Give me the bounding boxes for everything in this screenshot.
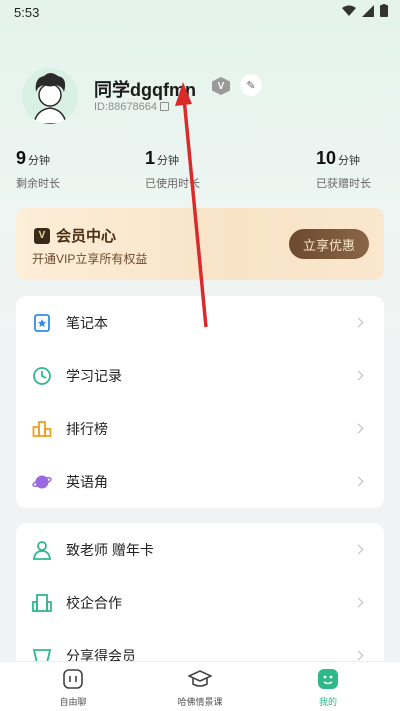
stat-gifted: 10 分钟 已获赠时长: [316, 148, 371, 191]
menu-label-english-corner: 英语角: [66, 473, 108, 490]
chevron-right-icon: [353, 597, 364, 608]
stat-gifted-label: 已获赠时长: [316, 178, 371, 190]
vip-center-card[interactable]: V 会员中心 开通VIP立享所有权益 立享优惠: [16, 208, 384, 280]
pencil-icon: ✎: [246, 79, 256, 92]
tab-label-mine: 我的: [318, 697, 337, 707]
chat-icon: [28, 668, 118, 690]
vip-logo-icon: V: [34, 227, 50, 244]
stat-gifted-unit: 分钟: [338, 155, 361, 167]
wifi-icon: [342, 5, 356, 20]
tab-mine[interactable]: 我的: [283, 668, 373, 708]
bottom-tab-bar: 自由聊 哈佛情景课 我的: [0, 661, 400, 711]
podium-icon: [32, 419, 52, 439]
stat-remaining-unit: 分钟: [28, 155, 51, 167]
tab-free-chat[interactable]: 自由聊: [28, 668, 118, 708]
menu-label-teacher-gift: 致老师 赠年卡: [66, 541, 154, 558]
menu-item-teacher-gift[interactable]: 致老师 赠年卡: [16, 523, 384, 576]
notebook-icon: [32, 313, 52, 333]
vip-title: 会员中心: [56, 228, 117, 245]
stat-remaining-value: 9: [16, 148, 27, 168]
profile-header: 同学dgqfmn V ✎ ID:88678664: [22, 68, 382, 132]
menu-label-study-record: 学习记录: [66, 367, 122, 384]
chevron-right-icon: [353, 544, 364, 555]
stat-used-value: 1: [145, 148, 156, 168]
menu-label-notebook: 笔记本: [66, 314, 108, 331]
stat-gifted-value: 10: [316, 148, 337, 168]
building-icon: [32, 593, 52, 613]
battery-icon: [380, 4, 388, 20]
stat-remaining-label: 剩余时长: [16, 178, 60, 190]
menu-label-school-enterprise: 校企合作: [66, 594, 122, 611]
stat-remaining: 9 分钟 剩余时长: [16, 148, 60, 191]
vip-offer-button[interactable]: 立享优惠: [289, 229, 369, 259]
menu-item-english-corner[interactable]: 英语角: [16, 455, 384, 508]
user-id-text: ID:88678664: [94, 101, 157, 113]
avatar[interactable]: [22, 68, 78, 124]
menu-item-study-record[interactable]: 学习记录: [16, 349, 384, 402]
chevron-right-icon: [353, 650, 364, 661]
chevron-right-icon: [353, 423, 364, 434]
tab-label-free-chat: 自由聊: [59, 697, 87, 707]
stat-used-label: 已使用时长: [145, 178, 200, 190]
vip-subtitle: 开通VIP立享所有权益: [32, 252, 148, 266]
menu-card-study: 笔记本 学习记录 排行榜 英语角: [16, 296, 384, 508]
chevron-right-icon: [353, 317, 364, 328]
status-bar: 5:53: [0, 0, 400, 24]
clock-icon: [32, 366, 52, 386]
menu-item-notebook[interactable]: 笔记本: [16, 296, 384, 349]
vip-badge-icon[interactable]: V: [212, 77, 230, 95]
username[interactable]: 同学dgqfmn: [94, 76, 196, 102]
tab-harvard-course[interactable]: 哈佛情景课: [155, 668, 245, 708]
stat-used: 1 分钟 已使用时长: [145, 148, 200, 191]
menu-item-leaderboard[interactable]: 排行榜: [16, 402, 384, 455]
copy-icon[interactable]: [160, 102, 169, 111]
planet-icon: [32, 472, 52, 492]
menu-label-leaderboard: 排行榜: [66, 420, 108, 437]
teacher-icon: [32, 540, 52, 560]
user-id: ID:88678664: [94, 101, 169, 113]
signal-icon: [362, 4, 374, 20]
stat-used-unit: 分钟: [157, 155, 180, 167]
profile-icon: [283, 668, 373, 690]
usage-stats: 9 分钟 剩余时长 1 分钟 已使用时长 10 分钟 已获赠时长: [0, 148, 400, 192]
chevron-right-icon: [353, 476, 364, 487]
menu-item-school-enterprise[interactable]: 校企合作: [16, 576, 384, 629]
graduation-cap-icon: [155, 668, 245, 690]
status-time: 5:53: [14, 4, 40, 20]
tab-label-harvard-course: 哈佛情景课: [177, 697, 223, 707]
menu-card-more: 致老师 赠年卡 校企合作 分享得会员: [16, 523, 384, 673]
chevron-right-icon: [353, 370, 364, 381]
edit-profile-button[interactable]: ✎: [240, 74, 262, 96]
